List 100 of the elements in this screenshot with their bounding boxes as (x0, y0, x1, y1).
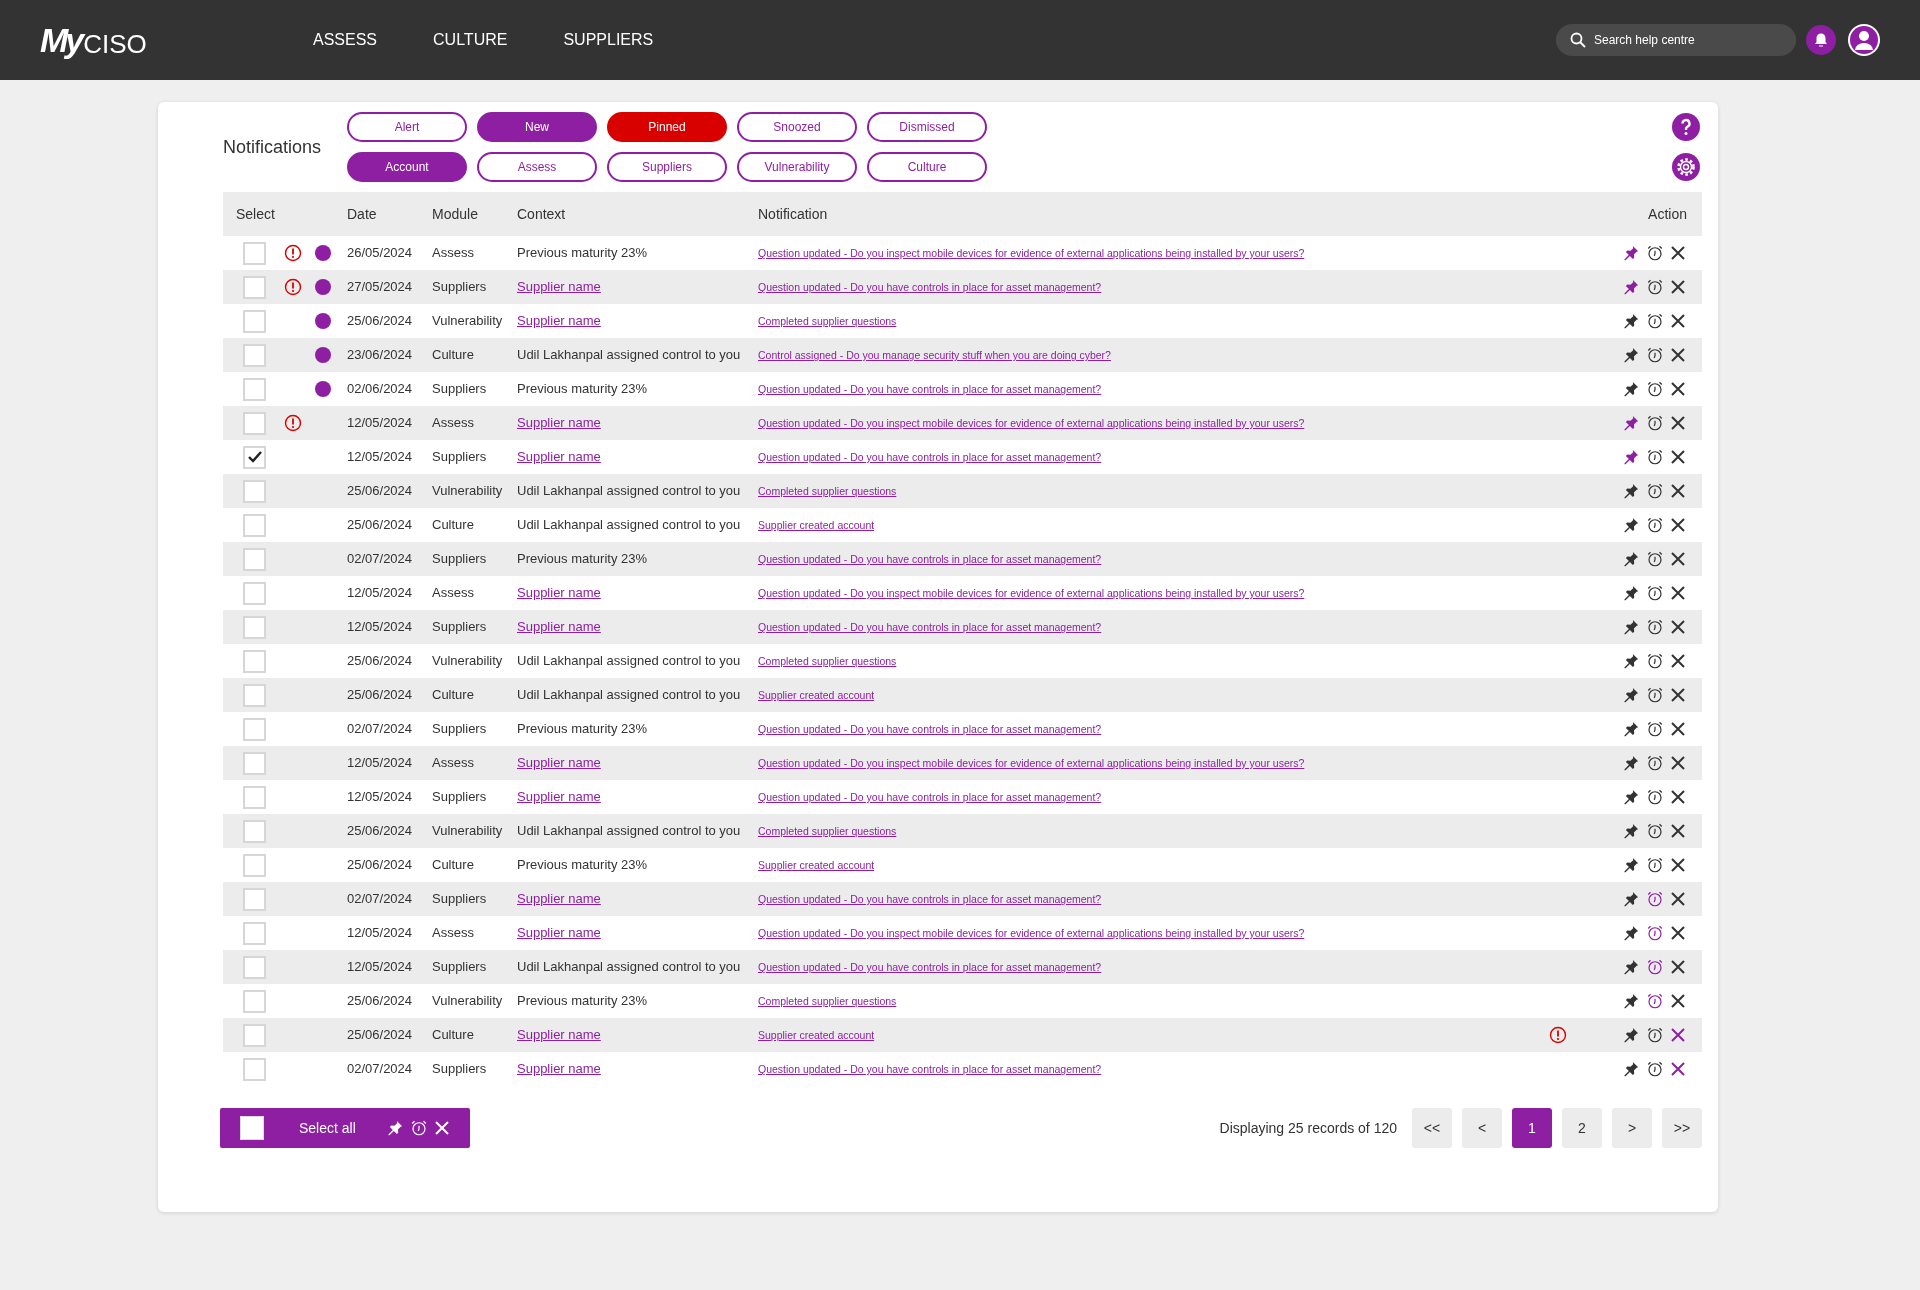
row-checkbox[interactable] (243, 241, 266, 265)
pin-icon[interactable] (1622, 992, 1640, 1010)
pin-icon[interactable] (1622, 856, 1640, 874)
supplier-link[interactable]: Supplier name (517, 925, 601, 941)
alarm-clock-icon[interactable] (1646, 618, 1664, 636)
filter-chip[interactable]: Assess (477, 152, 597, 182)
filter-chip[interactable]: Pinned (607, 112, 727, 142)
notification-link[interactable]: Question updated - Do you have controls in place for asset management? (758, 791, 1102, 804)
notification-link[interactable]: Question updated - Do you inspect mobile devices for evidence of external applications being installed by your users? (758, 587, 1305, 600)
alarm-clock-icon[interactable] (1646, 312, 1664, 330)
row-checkbox[interactable] (243, 411, 266, 435)
pin-icon[interactable] (1622, 482, 1640, 500)
table-row[interactable]: 27/05/2024 Suppliers Supplier name Question updated - Do you have controls in place for asset management? (223, 270, 1702, 304)
row-checkbox[interactable] (243, 717, 266, 741)
alarm-clock-icon[interactable] (1646, 686, 1664, 704)
table-row[interactable]: 25/06/2024 Vulnerability Udil Lakhanpal assigned control to you Completed supplier questions (223, 814, 1702, 848)
table-row[interactable]: 02/07/2024 Suppliers Supplier name Question updated - Do you have controls in place for asset management? (223, 882, 1702, 916)
row-checkbox[interactable] (243, 955, 266, 979)
notification-link[interactable]: Supplier created account (758, 689, 875, 702)
close-icon[interactable] (1670, 449, 1686, 465)
pin-icon[interactable] (1622, 414, 1640, 432)
row-checkbox[interactable] (243, 377, 266, 401)
notification-link[interactable]: Question updated - Do you have controls in place for asset management? (758, 553, 1102, 566)
close-icon[interactable] (1670, 1027, 1686, 1043)
filter-chip[interactable]: Culture (867, 152, 987, 182)
help-icon[interactable] (1671, 112, 1701, 142)
pin-icon[interactable] (1622, 652, 1640, 670)
table-row[interactable]: 25/06/2024 Culture Supplier name Supplier created account (223, 1018, 1702, 1052)
notification-link[interactable]: Question updated - Do you have controls in place for asset management? (758, 281, 1102, 294)
table-row[interactable]: 12/05/2024 Suppliers Supplier name Question updated - Do you have controls in place for asset management? (223, 610, 1702, 644)
pin-icon[interactable] (1622, 448, 1640, 466)
close-icon[interactable] (1670, 823, 1686, 839)
notification-link[interactable]: Question updated - Do you have controls in place for asset management? (758, 1063, 1102, 1076)
pin-icon[interactable] (1622, 686, 1640, 704)
row-checkbox[interactable] (243, 479, 266, 503)
supplier-link[interactable]: Supplier name (517, 279, 601, 295)
supplier-link[interactable]: Supplier name (517, 619, 601, 635)
alarm-clock-icon[interactable] (1646, 992, 1664, 1010)
row-checkbox[interactable] (243, 683, 266, 707)
page-button[interactable]: >> (1662, 1108, 1702, 1148)
table-row[interactable]: 02/07/2024 Suppliers Previous maturity 23% Question updated - Do you have controls in place for asset management? (223, 542, 1702, 576)
notification-link[interactable]: Supplier created account (758, 859, 875, 872)
row-checkbox[interactable] (243, 581, 266, 605)
alarm-clock-icon[interactable] (1646, 482, 1664, 500)
table-row[interactable]: 25/06/2024 Culture Udil Lakhanpal assigned control to you Supplier created account (223, 678, 1702, 712)
notification-link[interactable]: Supplier created account (758, 1029, 875, 1042)
supplier-link[interactable]: Supplier name (517, 789, 601, 805)
notification-link[interactable]: Question updated - Do you inspect mobile devices for evidence of external applications being installed by your users? (758, 927, 1305, 940)
alarm-clock-icon[interactable] (410, 1119, 428, 1137)
alarm-clock-icon[interactable] (1646, 278, 1664, 296)
alarm-clock-icon[interactable] (1646, 788, 1664, 806)
notification-link[interactable]: Question updated - Do you have controls in place for asset management? (758, 383, 1102, 396)
pin-icon[interactable] (1622, 278, 1640, 296)
alarm-clock-icon[interactable] (1646, 822, 1664, 840)
close-icon[interactable] (1670, 347, 1686, 363)
alarm-clock-icon[interactable] (1646, 584, 1664, 602)
filter-chip[interactable]: Alert (347, 112, 467, 142)
row-checkbox[interactable] (243, 1023, 266, 1047)
filter-chip[interactable]: Snoozed (737, 112, 857, 142)
pin-icon[interactable] (1622, 1026, 1640, 1044)
bell-icon[interactable] (1806, 25, 1836, 55)
pin-icon[interactable] (1622, 958, 1640, 976)
nav-link[interactable]: CULTURE (433, 28, 508, 52)
nav-link[interactable]: ASSESS (313, 28, 378, 52)
notification-link[interactable]: Question updated - Do you have controls in place for asset management? (758, 893, 1102, 906)
notification-link[interactable]: Supplier created account (758, 519, 875, 532)
close-icon[interactable] (1670, 585, 1686, 601)
close-icon[interactable] (1670, 1061, 1686, 1077)
pin-icon[interactable] (1622, 924, 1640, 942)
alarm-clock-icon[interactable] (1646, 924, 1664, 942)
pin-icon[interactable] (1622, 244, 1640, 262)
alarm-clock-icon[interactable] (1646, 754, 1664, 772)
table-row[interactable]: 25/06/2024 Vulnerability Udil Lakhanpal assigned control to you Completed supplier questions (223, 474, 1702, 508)
alarm-clock-icon[interactable] (1646, 1026, 1664, 1044)
row-checkbox[interactable] (243, 309, 266, 333)
pin-icon[interactable] (1622, 890, 1640, 908)
pin-icon[interactable] (1622, 312, 1640, 330)
notification-link[interactable]: Completed supplier questions (758, 825, 897, 838)
alarm-clock-icon[interactable] (1646, 1060, 1664, 1078)
pin-icon[interactable] (1622, 788, 1640, 806)
row-checkbox[interactable] (243, 445, 266, 469)
supplier-link[interactable]: Supplier name (517, 891, 601, 907)
close-icon[interactable] (1670, 959, 1686, 975)
notification-link[interactable]: Question updated - Do you inspect mobile devices for evidence of external applications being installed by your users? (758, 757, 1305, 770)
supplier-link[interactable]: Supplier name (517, 313, 601, 329)
settings-icon[interactable] (1671, 152, 1701, 182)
close-icon[interactable] (1670, 313, 1686, 329)
alarm-clock-icon[interactable] (1646, 414, 1664, 432)
close-icon[interactable] (1670, 517, 1686, 533)
table-row[interactable]: 12/05/2024 Suppliers Udil Lakhanpal assigned control to you Question updated - Do you have controls in place for asset management? (223, 950, 1702, 984)
alarm-clock-icon[interactable] (1646, 244, 1664, 262)
supplier-link[interactable]: Supplier name (517, 415, 601, 431)
close-icon[interactable] (1670, 721, 1686, 737)
pin-icon[interactable] (1622, 618, 1640, 636)
page-button[interactable]: << (1412, 1108, 1452, 1148)
supplier-link[interactable]: Supplier name (517, 1027, 601, 1043)
filter-chip[interactable]: New (477, 112, 597, 142)
page-button[interactable]: > (1612, 1108, 1652, 1148)
select-all-checkbox[interactable] (240, 1116, 264, 1140)
pin-icon[interactable] (1622, 720, 1640, 738)
